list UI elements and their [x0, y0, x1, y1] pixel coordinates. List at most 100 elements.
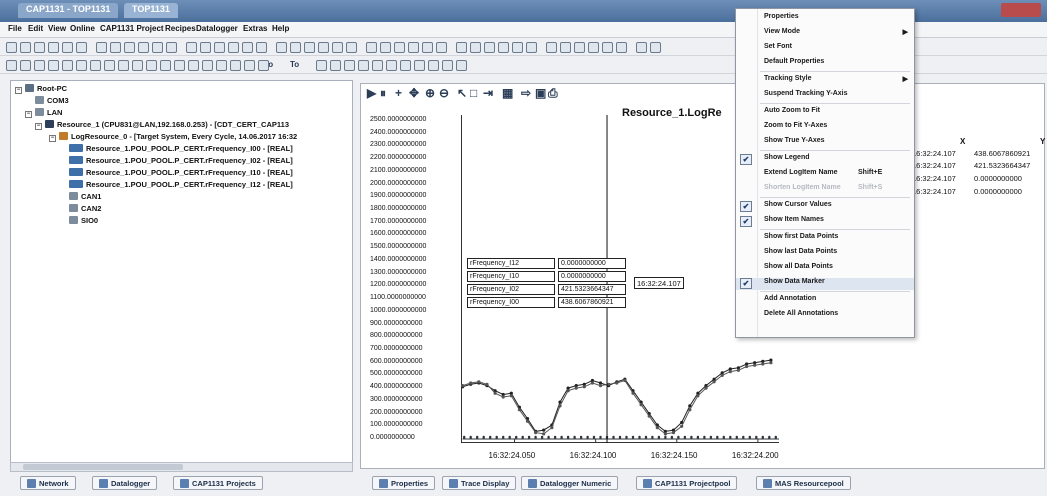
pointer-icon[interactable]: ↖ — [457, 86, 467, 100]
move-icon[interactable]: ✥ — [409, 86, 419, 100]
horizontal-scrollbar[interactable] — [10, 462, 353, 472]
tab-cap1131-projects[interactable]: CAP1131 Projects — [173, 476, 263, 490]
format-tool-icon[interactable] — [244, 60, 255, 71]
crosshair-icon[interactable]: + — [395, 86, 402, 100]
tree-item-lan[interactable]: − LAN — [25, 108, 62, 119]
debug-icon[interactable] — [304, 42, 315, 53]
tool-icon[interactable] — [470, 42, 481, 53]
new-file-icon[interactable] — [6, 42, 17, 53]
tool-icon[interactable] — [436, 42, 447, 53]
menu-item-show-item-names[interactable]: Show Item Names ✔ — [736, 216, 914, 228]
tool-icon[interactable] — [456, 42, 467, 53]
watch-icon[interactable] — [290, 42, 301, 53]
print-icon[interactable]: ⎙ — [548, 86, 558, 101]
save-icon[interactable] — [34, 42, 45, 53]
upload-icon[interactable] — [166, 42, 177, 53]
window-controls[interactable] — [1001, 3, 1041, 17]
menu-view[interactable]: View — [48, 24, 66, 33]
format-tool-icon[interactable] — [76, 60, 87, 71]
menu-file[interactable]: File — [8, 24, 22, 33]
stop-icon[interactable] — [242, 42, 253, 53]
break-icon[interactable] — [318, 42, 329, 53]
menu-item-tracking-style[interactable]: Tracking Style ▶ — [736, 75, 914, 87]
tool-icon[interactable] — [636, 42, 647, 53]
run-icon[interactable] — [228, 42, 239, 53]
tree-item-sio0[interactable]: SIO0 — [69, 216, 98, 227]
tree-item-variable[interactable]: Resource_1.POU_POOL.P_CERT.rFrequency_I1… — [69, 180, 293, 191]
menu-item-suspend-tracking-y-axis[interactable]: Suspend Tracking Y-Axis — [736, 90, 914, 102]
open-folder-icon[interactable] — [20, 42, 31, 53]
menu-item-show-all-data-points[interactable]: Show all Data Points — [736, 263, 914, 275]
format-tool-icon[interactable] — [160, 60, 171, 71]
tool-icon[interactable] — [366, 42, 377, 53]
tree-item-variable[interactable]: Resource_1.POU_POOL.P_CERT.rFrequency_I1… — [69, 168, 293, 179]
tree-item-logresource[interactable]: − LogResource_0 - [Target System, Every C… — [49, 132, 297, 143]
tab-network[interactable]: Network — [20, 476, 76, 490]
compile-icon[interactable] — [214, 42, 225, 53]
format-tool-icon[interactable] — [316, 60, 327, 71]
format-tool-icon[interactable] — [188, 60, 199, 71]
tool-icon[interactable] — [484, 42, 495, 53]
tree-item-root[interactable]: − Root-PC — [15, 84, 67, 95]
format-tool-icon[interactable] — [428, 60, 439, 71]
legend-row[interactable]: 16:32:24.107 421.5323664347 — [912, 161, 1030, 170]
zoom-out-icon[interactable]: ⊖ — [439, 86, 449, 100]
export-icon[interactable]: ⇨ — [521, 86, 531, 100]
tool-icon[interactable] — [602, 42, 613, 53]
menu-item-set-font[interactable]: Set Font — [736, 43, 914, 55]
disconnect-icon[interactable] — [200, 42, 211, 53]
tool-icon[interactable] — [574, 42, 585, 53]
format-tool-icon[interactable] — [456, 60, 467, 71]
tab-mas-resourcepool[interactable]: MAS Resourcepool — [756, 476, 851, 490]
tree-item-com3[interactable]: COM3 — [35, 96, 69, 107]
menu-item-show-first-data-points[interactable]: Show first Data Points — [736, 233, 914, 245]
format-tool-icon[interactable] — [146, 60, 157, 71]
format-tool-icon[interactable] — [344, 60, 355, 71]
menu-help[interactable]: Help — [272, 24, 289, 33]
menu-online[interactable]: Online — [70, 24, 95, 33]
menu-item-show-cursor-values[interactable]: Show Cursor Values ✔ — [736, 201, 914, 213]
format-tool-icon[interactable] — [202, 60, 213, 71]
tab-cap1131-projectpool[interactable]: CAP1131 Projectpool — [636, 476, 738, 490]
tab-properties[interactable]: Properties — [372, 476, 436, 490]
tool-icon[interactable] — [616, 42, 627, 53]
close-icon[interactable] — [48, 42, 59, 53]
select-icon[interactable]: □ — [470, 86, 477, 100]
format-tool-icon[interactable] — [358, 60, 369, 71]
collapse-icon[interactable]: − — [15, 87, 22, 94]
format-tool-icon[interactable] — [442, 60, 453, 71]
print-icon[interactable] — [110, 42, 121, 53]
format-tool-icon[interactable] — [230, 60, 241, 71]
tool-icon[interactable] — [512, 42, 523, 53]
tab-datalogger[interactable]: Datalogger — [92, 476, 158, 490]
tool-icon[interactable] — [546, 42, 557, 53]
tab-datalogger-numeric[interactable]: Datalogger Numeric — [521, 476, 619, 490]
download-icon[interactable] — [152, 42, 163, 53]
menu-cap1131-project[interactable]: CAP1131 Project — [100, 24, 164, 33]
copy-icon[interactable] — [76, 42, 87, 53]
tree-item-variable[interactable]: Resource_1.POU_POOL.P_CERT.rFrequency_I0… — [69, 144, 293, 155]
format-tool-icon[interactable] — [6, 60, 17, 71]
menu-item-auto-zoom-to-fit[interactable]: Auto Zoom to Fit — [736, 107, 914, 119]
menu-edit[interactable]: Edit — [28, 24, 43, 33]
window-tab[interactable]: CAP1131 - TOP1131 — [18, 3, 119, 18]
window-tab[interactable]: TOP1131 — [124, 3, 178, 18]
format-tool-icon[interactable] — [330, 60, 341, 71]
format-tool-icon[interactable] — [20, 60, 31, 71]
monitor-icon[interactable] — [276, 42, 287, 53]
menu-item-show-true-y-axes[interactable]: Show True Y-Axes — [736, 137, 914, 149]
legend-row[interactable]: 16:32:24.107 438.6067860921 — [912, 149, 1030, 158]
play-icon[interactable]: ▶ — [367, 86, 376, 100]
tool-icon[interactable] — [332, 42, 343, 53]
paste-icon[interactable] — [96, 42, 107, 53]
connect-icon[interactable] — [186, 42, 197, 53]
tool-icon[interactable] — [422, 42, 433, 53]
format-tool-icon[interactable] — [90, 60, 101, 71]
toolbar-to-label[interactable]: To — [290, 60, 299, 69]
legend-row[interactable]: 16:32:24.107 0.0000000000 — [912, 187, 1022, 196]
tool-icon[interactable] — [498, 42, 509, 53]
menu-recipes[interactable]: Recipes — [165, 24, 196, 33]
format-tool-icon[interactable] — [104, 60, 115, 71]
tab-trace-display[interactable]: Trace Display — [442, 476, 517, 490]
menu-item-delete-all-annotations[interactable]: Delete All Annotations — [736, 310, 914, 322]
